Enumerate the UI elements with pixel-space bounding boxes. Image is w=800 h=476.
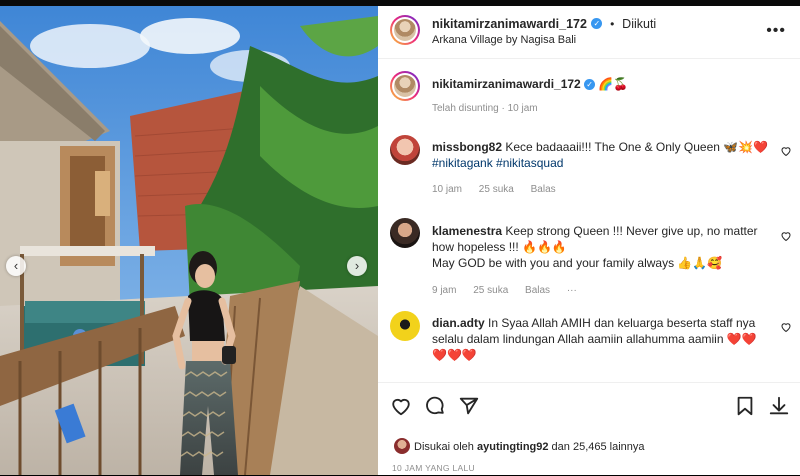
post-header: nikitamirzanimawardi_172 ✓ • Diikuti Ark… — [378, 6, 800, 59]
comment-like-heart-icon[interactable] — [780, 230, 792, 242]
bookmark-icon[interactable] — [734, 395, 756, 417]
post-photo[interactable]: ‹ › — [0, 6, 378, 475]
previous-photo-button[interactable]: ‹ — [6, 256, 26, 276]
comment-time[interactable]: 10 jam — [432, 184, 462, 195]
post-timestamp: 10 JAM YANG LALU — [392, 463, 475, 473]
post-actions-bar: Disukai oleh ayutingting92 dan 25,465 la… — [378, 382, 800, 476]
caption-author-avatar[interactable] — [390, 71, 420, 101]
comment-more-options-icon[interactable]: ··· — [567, 285, 577, 296]
comment-body: dian.adty In Syaa Allah AMIH dan keluarg… — [432, 315, 782, 363]
caption-author-username[interactable]: nikitamirzanimawardi_172 — [432, 77, 581, 91]
comment-username[interactable]: klamenestra — [432, 224, 502, 238]
comment-time[interactable]: 9 jam — [432, 285, 456, 296]
comment-hashtags[interactable]: #nikitagank #nikitasquad — [432, 156, 563, 170]
resort-photo-illustration — [0, 6, 378, 475]
comment-avatar[interactable] — [390, 311, 420, 341]
comment-body: missbong82 Kece badaaaii!!! The One & On… — [432, 139, 772, 171]
verified-badge-icon: ✓ — [591, 18, 603, 30]
author-username[interactable]: nikitamirzanimawardi_172 — [432, 17, 587, 31]
post-detail-panel: nikitamirzanimawardi_172 ✓ • Diikuti Ark… — [378, 6, 800, 475]
likes-count[interactable]: dan 25,465 lainnya — [549, 441, 645, 453]
more-options-icon[interactable]: ••• — [766, 22, 786, 40]
caption-text: 🌈🍒 — [598, 77, 629, 91]
next-photo-button[interactable]: › — [347, 256, 367, 276]
comment-avatar[interactable] — [390, 135, 420, 165]
comment-icon[interactable] — [424, 395, 446, 417]
heart-icon[interactable] — [390, 395, 412, 417]
comment-text-line2: how hopeless !!! 🔥🔥🔥 — [432, 240, 567, 254]
download-icon[interactable] — [768, 395, 790, 417]
verified-badge-icon: ✓ — [584, 79, 596, 91]
comment-username[interactable]: dian.adty — [432, 316, 485, 330]
comment-text-line1: In Syaa Allah AMIH dan keluarga beserta … — [488, 316, 756, 330]
comments-list[interactable]: nikitamirzanimawardi_172 ✓ 🌈🍒 Telah disu… — [378, 59, 800, 382]
likes-summary: Disukai oleh ayutingting92 dan 25,465 la… — [414, 441, 645, 453]
comment-text-line2: selalu dalam lindungan Allah aamiin alla… — [432, 332, 757, 346]
follow-status-button[interactable]: Diikuti — [622, 17, 656, 31]
comment-body: klamenestra Keep strong Queen !!! Never … — [432, 223, 782, 271]
comment-meta: 9 jam 25 suka Balas ··· — [432, 285, 591, 296]
liker-username[interactable]: ayutingting92 — [477, 441, 549, 453]
comment-like-heart-icon[interactable] — [780, 321, 792, 333]
reply-button[interactable]: Balas — [531, 184, 556, 195]
comment-like-heart-icon[interactable] — [780, 145, 792, 157]
comment-username[interactable]: missbong82 — [432, 140, 502, 154]
reply-button[interactable]: Balas — [525, 285, 550, 296]
comment-text: Kece badaaaii!!! The One & Only Queen 🦋💥… — [505, 140, 769, 154]
separator-dot: • — [606, 17, 618, 31]
comment-likes[interactable]: 25 suka — [473, 285, 508, 296]
send-icon[interactable] — [458, 395, 480, 417]
comment-text-line3: May GOD be with you and your family alwa… — [432, 256, 723, 270]
comment-text-line3: ❤️❤️❤️ — [432, 348, 477, 362]
likes-prefix: Disukai oleh — [414, 441, 477, 453]
liker-avatar[interactable] — [394, 438, 410, 454]
author-avatar[interactable] — [390, 15, 420, 45]
comment-text-line1: Keep strong Queen !!! Never give up, no … — [505, 224, 758, 238]
comment-avatar[interactable] — [390, 218, 420, 248]
caption-edited-label: Telah disunting · 10 jam — [432, 103, 538, 114]
comment-meta: 10 jam 25 suka Balas — [432, 184, 570, 195]
post-location[interactable]: Arkana Village by Nagisa Bali — [432, 34, 576, 46]
caption: nikitamirzanimawardi_172 ✓ 🌈🍒 — [432, 76, 628, 92]
comment-likes[interactable]: 25 suka — [479, 184, 514, 195]
